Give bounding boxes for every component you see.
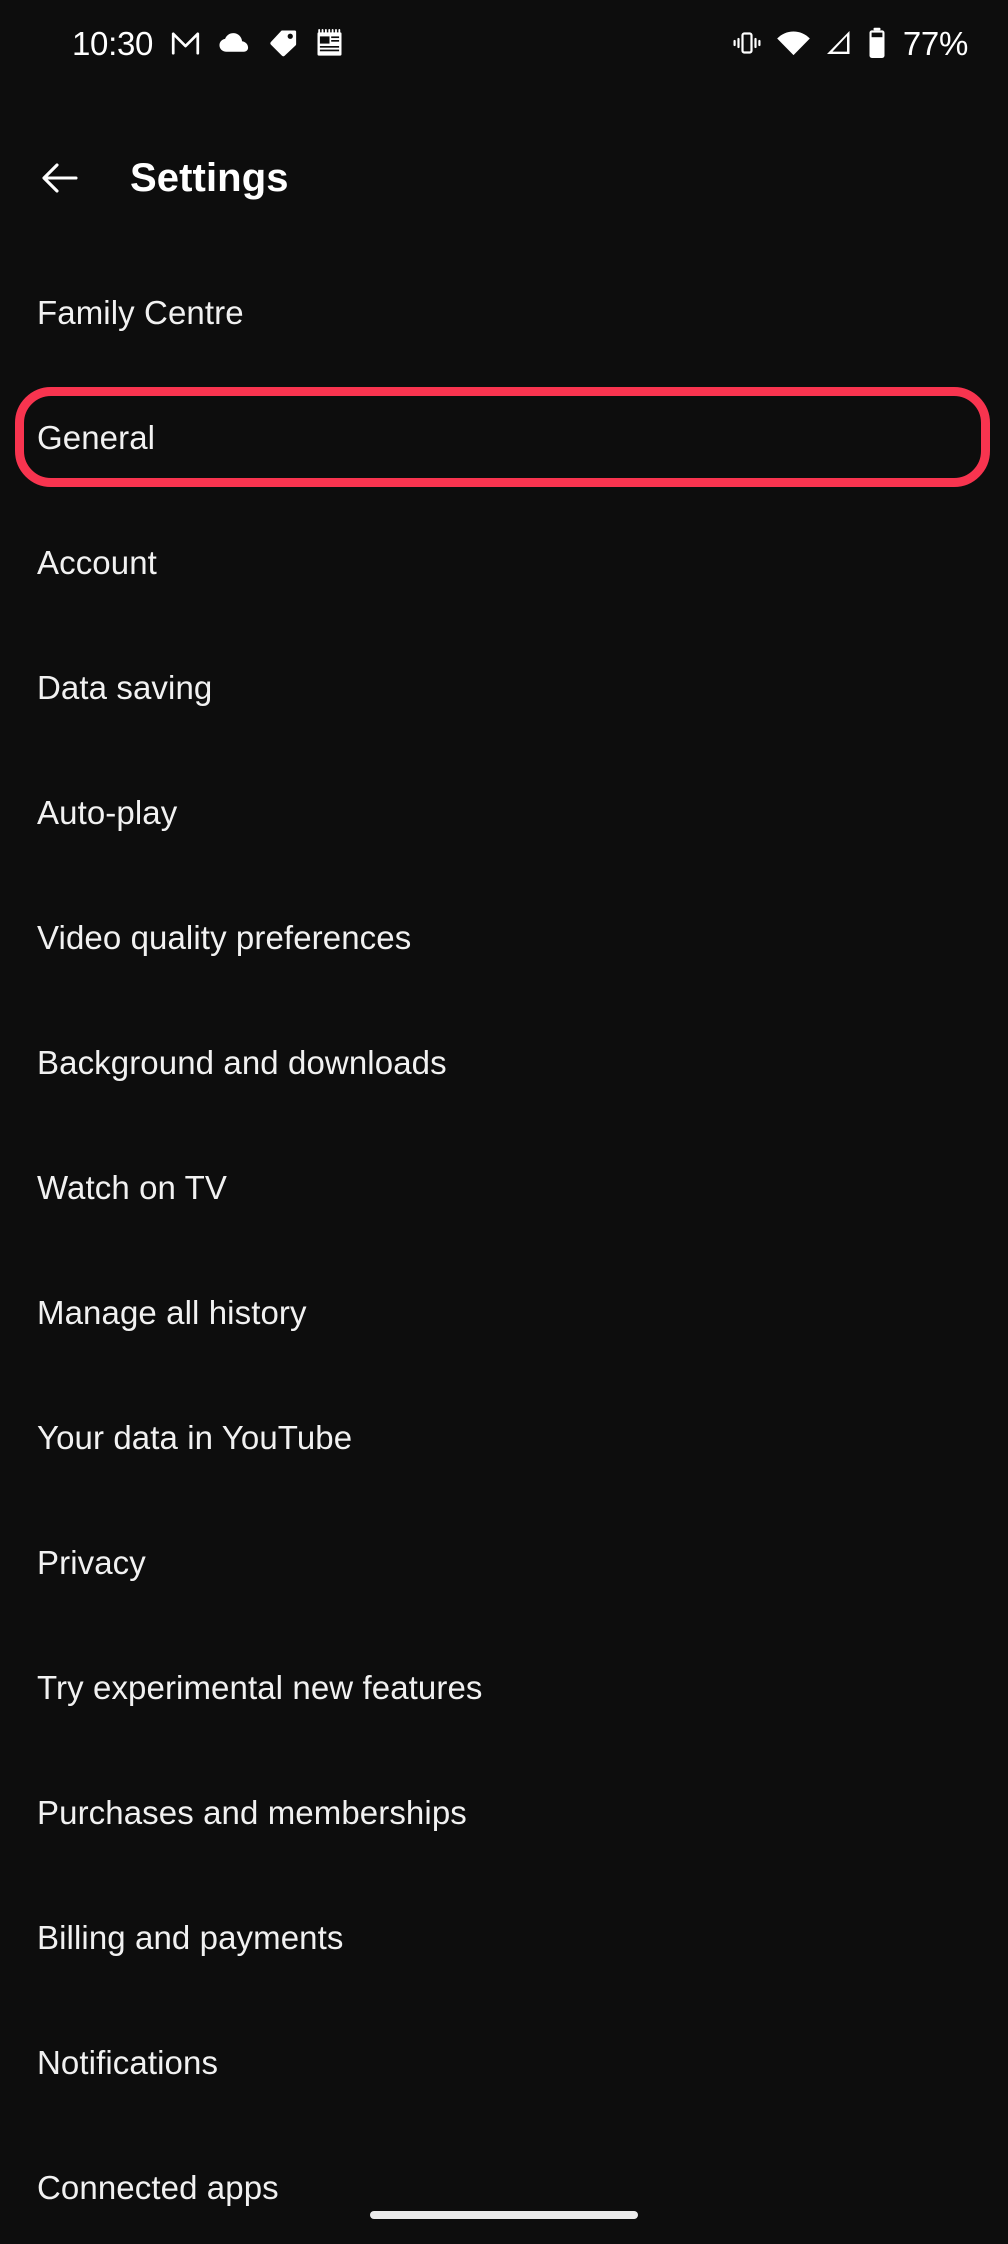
settings-list: Family Centre General Account Data savin… (0, 250, 1008, 2244)
settings-item-label: Try experimental new features (37, 1668, 483, 1706)
back-button[interactable] (12, 130, 108, 226)
settings-item-privacy[interactable]: Privacy (0, 1500, 1008, 1625)
settings-item-label: Billing and payments (37, 1918, 344, 1956)
youtube-settings-screen: 10:30 77% Settings Family Centre General… (0, 0, 1008, 2244)
back-arrow-icon (42, 163, 78, 193)
gmail-icon (170, 28, 201, 59)
settings-item-label: Manage all history (37, 1293, 307, 1331)
settings-item-try-experimental-new-features[interactable]: Try experimental new features (0, 1625, 1008, 1750)
settings-item-label: Privacy (37, 1543, 146, 1581)
settings-item-manage-all-history[interactable]: Manage all history (0, 1250, 1008, 1375)
status-bar: 10:30 77% (0, 0, 1008, 86)
settings-item-label: Video quality preferences (37, 918, 412, 956)
settings-item-watch-on-tv[interactable]: Watch on TV (0, 1125, 1008, 1250)
settings-item-billing-and-payments[interactable]: Billing and payments (0, 1875, 1008, 2000)
settings-item-data-saving[interactable]: Data saving (0, 625, 1008, 750)
cloud-icon (218, 30, 251, 56)
page-title: Settings (130, 155, 289, 200)
settings-item-purchases-and-memberships[interactable]: Purchases and memberships (0, 1750, 1008, 1875)
home-gesture-bar[interactable] (370, 2211, 638, 2219)
settings-item-label: Family Centre (37, 293, 244, 331)
settings-item-auto-play[interactable]: Auto-play (0, 750, 1008, 875)
notepad-icon (315, 28, 344, 58)
battery-percentage-label: 77% (902, 24, 968, 62)
settings-item-label: Notifications (37, 2043, 219, 2081)
settings-item-label: Auto-play (37, 793, 178, 831)
settings-item-label: Your data in YouTube (37, 1418, 353, 1456)
settings-item-your-data-in-youtube[interactable]: Your data in YouTube (0, 1375, 1008, 1500)
settings-item-label: Connected apps (37, 2168, 279, 2206)
settings-item-connected-apps[interactable]: Connected apps (0, 2125, 1008, 2244)
settings-item-general[interactable]: General (0, 375, 1008, 500)
wifi-icon (776, 30, 811, 57)
app-bar: Settings (0, 130, 1008, 226)
status-bar-left: 10:30 (72, 27, 344, 60)
settings-item-family-centre[interactable]: Family Centre (0, 250, 1008, 375)
settings-item-label: General (37, 418, 156, 456)
battery-icon (867, 27, 887, 59)
settings-item-video-quality-preferences[interactable]: Video quality preferences (0, 875, 1008, 1000)
settings-item-account[interactable]: Account (0, 500, 1008, 625)
settings-item-label: Data saving (37, 668, 213, 706)
settings-item-label: Account (37, 543, 157, 581)
settings-item-label: Background and downloads (37, 1043, 447, 1081)
settings-item-label: Purchases and memberships (37, 1793, 467, 1831)
settings-item-notifications[interactable]: Notifications (0, 2000, 1008, 2125)
settings-item-label: Watch on TV (37, 1168, 228, 1206)
status-clock: 10:30 (72, 24, 154, 62)
status-bar-right: 77% (731, 27, 968, 60)
cellular-signal-icon (824, 29, 854, 57)
settings-item-background-and-downloads[interactable]: Background and downloads (0, 1000, 1008, 1125)
tag-icon (268, 28, 298, 58)
vibrate-icon (731, 28, 763, 58)
